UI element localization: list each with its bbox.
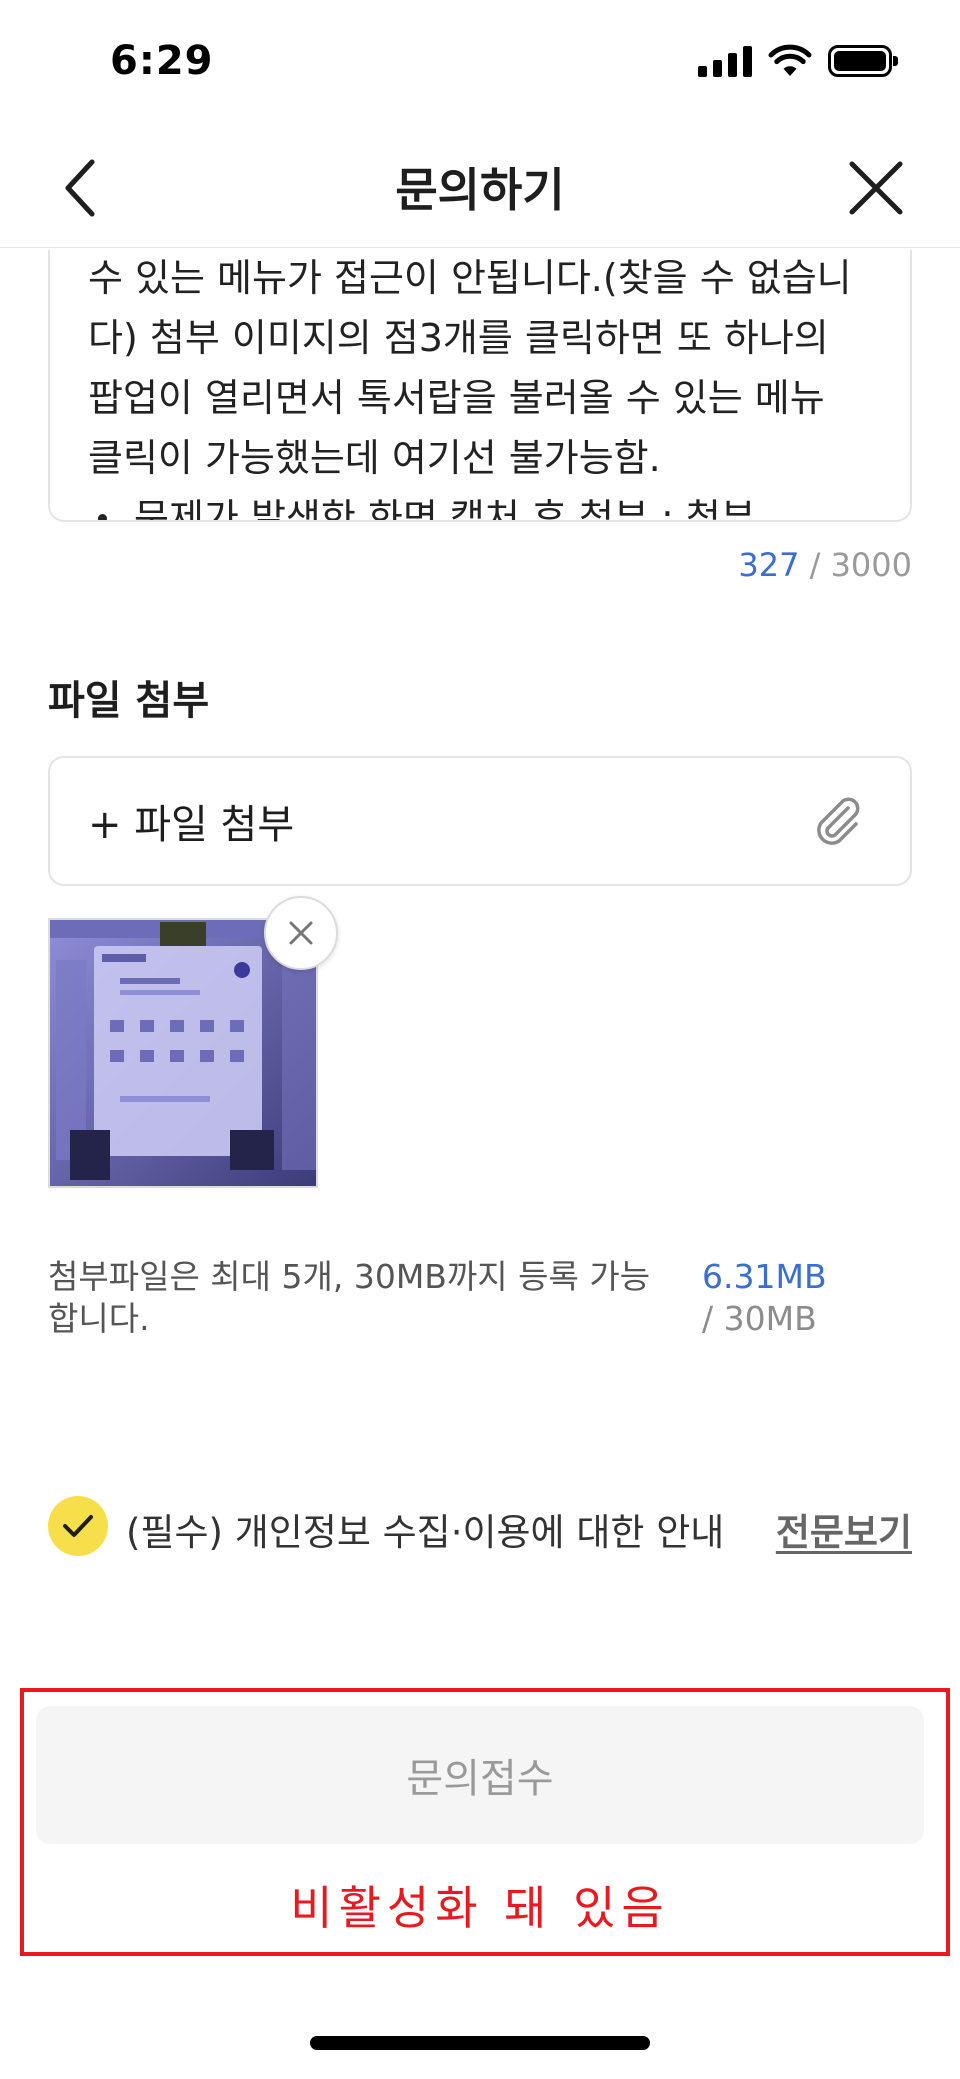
inquiry-text-line: 팝업이 열리면서 톡서랍을 불러올 수 있는 메뉴 <box>88 376 825 420</box>
attachment-total-size: / 30MB <box>702 1299 817 1338</box>
character-counter: 327 / 3000 <box>738 546 912 584</box>
inquiry-text-line: 클릭이 가능했는데 여기선 불가능함. <box>88 436 661 480</box>
consent-label: (필수) 개인정보 수집·이용에 대한 안내 <box>126 1511 725 1554</box>
close-icon <box>289 921 313 945</box>
inquiry-text-line: 수 있는 메뉴가 접근이 안됩니다.(찾을 수 없습니 <box>88 256 852 300</box>
attachment-used-size: 6.31MB <box>702 1257 827 1296</box>
status-bar: 6:29 <box>0 0 960 130</box>
paperclip-icon <box>817 797 860 845</box>
attachment-section-title: 파일 첨부 <box>48 678 210 724</box>
inquiry-text-bullet: 문제가 발생한 화면 캡처 후 첨부 : 첨부 <box>88 488 880 520</box>
add-attachment-label: + 파일 첨부 <box>88 802 295 848</box>
attachment-limit-note: 첨부파일은 최대 5개, 30MB까지 등록 가능합니다. <box>48 1257 651 1338</box>
inquiry-text-line: 다) 첨부 이미지의 점3개를 클릭하면 또 하나의 <box>88 316 829 360</box>
status-icons <box>698 44 898 78</box>
wifi-icon <box>768 44 812 76</box>
remove-attachment-button[interactable] <box>264 896 338 970</box>
inquiry-text: 수 있는 메뉴가 접근이 안됩니다.(찾을 수 없습니 다) 첨부 이미지의 점… <box>88 250 880 520</box>
annotation-label: 비활성화 돼 있음 <box>290 1881 670 1935</box>
checkmark-icon <box>63 1515 93 1537</box>
signal-icon <box>698 45 752 77</box>
consent-checkbox[interactable] <box>48 1496 108 1556</box>
character-count: 327 <box>738 546 800 584</box>
close-button[interactable] <box>836 148 916 228</box>
view-full-terms-link[interactable]: 전문보기 <box>776 1502 912 1556</box>
navigation-bar: 문의하기 <box>0 130 960 248</box>
character-separator: / <box>809 546 821 584</box>
status-time: 6:29 <box>110 38 214 84</box>
close-icon <box>849 161 903 215</box>
page-title: 문의하기 <box>395 163 565 217</box>
submit-inquiry-button[interactable]: 문의접수 <box>36 1706 924 1844</box>
add-attachment-button[interactable]: + 파일 첨부 <box>48 756 912 886</box>
home-indicator[interactable] <box>310 2036 650 2050</box>
battery-icon <box>828 45 898 77</box>
character-max: 3000 <box>830 546 912 584</box>
inquiry-textarea[interactable]: 수 있는 메뉴가 접근이 안됩니다.(찾을 수 없습니 다) 첨부 이미지의 점… <box>48 250 912 522</box>
